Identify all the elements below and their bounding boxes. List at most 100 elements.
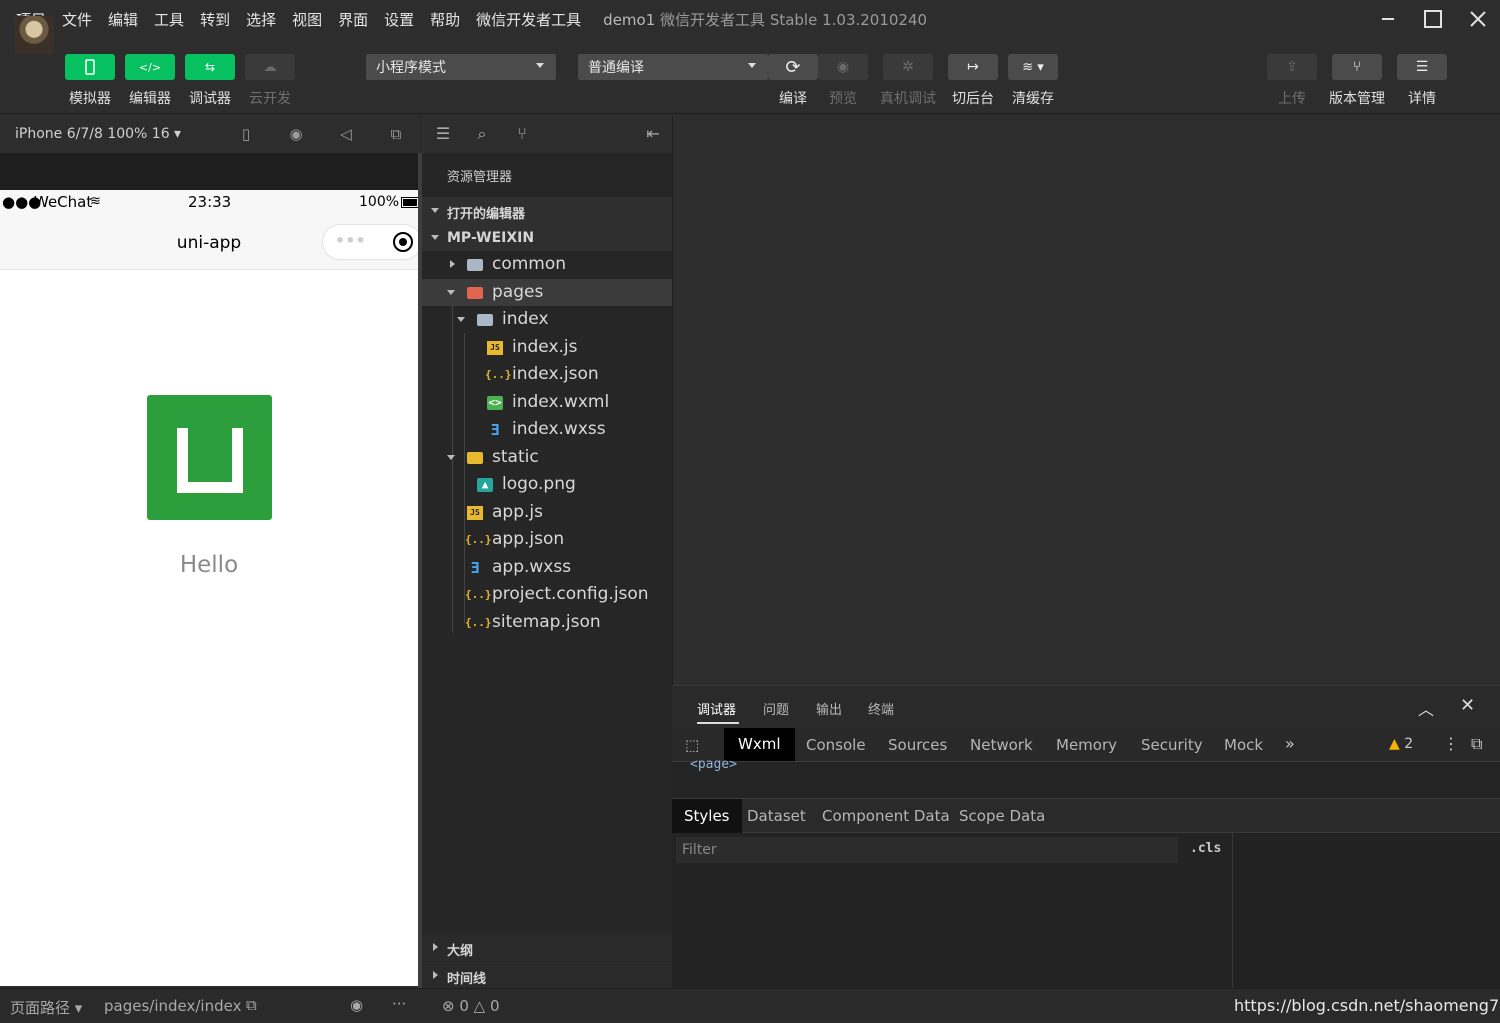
search-icon[interactable]: ⌕ [472, 124, 492, 144]
remote-debug-button[interactable]: ✲ [883, 54, 933, 80]
menu-help[interactable]: 帮助 [430, 9, 460, 30]
phone-screen[interactable]: ●●● WeChat ≋ 23:33 100% uni-app ••• Hell… [0, 190, 418, 986]
simulator-button[interactable] [65, 54, 115, 80]
clear-cache-button[interactable]: ≋ ▾ [1008, 54, 1058, 80]
kebab-menu-icon[interactable]: ⋮ [1443, 734, 1459, 753]
tab-component-data[interactable]: Component Data [822, 807, 950, 825]
cls-toggle[interactable]: .cls [1190, 841, 1221, 856]
json-file-icon: {..} [465, 533, 492, 546]
more-tabs-icon[interactable]: » [1285, 734, 1295, 753]
files-icon[interactable]: ☰ [433, 124, 453, 144]
version-label: 版本管理 [1329, 91, 1385, 107]
page-path-select[interactable]: 页面路径 ▾ [10, 997, 82, 1018]
cloud-dev-button[interactable]: ☁ [245, 54, 295, 80]
menu-settings[interactable]: 设置 [384, 9, 414, 30]
compile-button[interactable]: ⟳ [768, 54, 818, 80]
wxml-tree[interactable]: <page> [672, 757, 1500, 799]
styles-filter-input[interactable]: Filter [676, 837, 1178, 863]
capsule-button[interactable]: ••• [322, 224, 418, 260]
tree-item-index-wxml[interactable]: <> index.wxml [422, 389, 672, 416]
menu-tools[interactable]: 工具 [154, 9, 184, 30]
menu-file[interactable]: 文件 [62, 9, 92, 30]
tab-mock[interactable]: Mock [1224, 736, 1263, 754]
tree-item-index-wxss[interactable]: Ǝ index.wxss [422, 416, 672, 443]
error-count: 0 [459, 997, 469, 1015]
tree-item-label: app.wxss [492, 557, 572, 577]
close-miniprogram-icon[interactable] [393, 232, 413, 252]
outline-section[interactable]: 大纲 [422, 934, 672, 961]
json-file-icon: {..} [485, 368, 512, 381]
inspect-element-icon[interactable]: ⬚ [685, 736, 699, 754]
avatar[interactable] [14, 16, 54, 54]
source-control-icon[interactable]: ⑂ [512, 124, 532, 144]
preview-button[interactable]: ◉ [818, 54, 868, 80]
tab-terminal[interactable]: 终端 [868, 699, 894, 718]
editor-button[interactable]: </> [125, 54, 175, 80]
rotate-device-icon[interactable]: ▯ [236, 124, 256, 144]
tree-item-index-json[interactable]: {..} index.json [422, 361, 672, 388]
folder-open-icon [477, 314, 493, 326]
menu-wechat-devtools[interactable]: 微信开发者工具 [476, 9, 581, 30]
eye-icon[interactable]: ◉ [350, 996, 363, 1014]
maximize-icon[interactable] [1410, 0, 1455, 38]
volume-icon[interactable]: ◁ [336, 124, 356, 144]
chevron-up-icon[interactable]: ︿ [1418, 696, 1434, 720]
tree-item-index-js[interactable]: JS index.js [422, 334, 672, 361]
record-icon[interactable]: ◉ [286, 124, 306, 144]
tab-dataset[interactable]: Dataset [747, 807, 806, 825]
tab-output[interactable]: 输出 [816, 699, 842, 718]
open-editors-section[interactable]: 打开的编辑器 [422, 197, 672, 224]
detach-window-icon[interactable]: ⧉ [386, 124, 406, 144]
project-section[interactable]: MP-WEIXIN [422, 224, 672, 251]
tree-item-pages[interactable]: pages [422, 279, 672, 306]
tab-sources[interactable]: Sources [888, 736, 947, 754]
upload-button[interactable]: ⇪ [1267, 54, 1317, 80]
tree-item-app-wxss[interactable]: Ǝ app.wxss [422, 554, 672, 581]
menu-select[interactable]: 选择 [246, 9, 276, 30]
menu-interface[interactable]: 界面 [338, 9, 368, 30]
tab-memory[interactable]: Memory [1056, 736, 1117, 754]
tab-debugger[interactable]: 调试器 [697, 699, 736, 718]
menu-goto[interactable]: 转到 [200, 9, 230, 30]
mode-select[interactable]: 小程序模式 [366, 54, 556, 80]
problems-indicator[interactable]: ⊗ 0 △ 0 [442, 997, 500, 1015]
tab-network[interactable]: Network [970, 736, 1033, 754]
more-icon[interactable]: ••• [335, 231, 366, 250]
branch-icon: ⑂ [1352, 59, 1362, 75]
tab-security[interactable]: Security [1141, 736, 1203, 754]
collapse-panel-icon[interactable]: ⇤ [643, 124, 663, 144]
tree-item-static[interactable]: static [422, 444, 672, 471]
tree-item-project-config[interactable]: {..} project.config.json [422, 581, 672, 608]
details-button[interactable]: ☰ [1397, 54, 1447, 80]
tab-console[interactable]: Console [806, 736, 866, 754]
undock-icon[interactable]: ⧉ [1471, 734, 1482, 754]
close-panel-icon[interactable]: ✕ [1460, 695, 1475, 716]
tab-problems[interactable]: 问题 [763, 699, 789, 718]
menu-view[interactable]: 视图 [292, 9, 322, 30]
debugger-button[interactable]: ⇆ [185, 54, 235, 80]
tab-styles[interactable]: Styles [672, 799, 742, 833]
menu-edit[interactable]: 编辑 [108, 9, 138, 30]
tree-item-label: index.js [512, 337, 578, 357]
tree-item-app-json[interactable]: {..} app.json [422, 526, 672, 553]
version-button[interactable]: ⑂ [1332, 54, 1382, 80]
close-icon[interactable] [1455, 0, 1500, 38]
tree-item-common[interactable]: common [422, 251, 672, 278]
tree-item-logo-png[interactable]: ▲ logo.png [422, 471, 672, 498]
compile-select[interactable]: 普通编译 [578, 54, 768, 80]
timeline-section[interactable]: 时间线 [422, 962, 672, 989]
wifi-icon: ≋ [90, 194, 101, 209]
editor-area[interactable] [672, 115, 1500, 685]
copy-icon[interactable]: ⧉ [246, 996, 257, 1014]
tree-item-sitemap[interactable]: {..} sitemap.json [422, 609, 672, 636]
tab-scope-data[interactable]: Scope Data [959, 807, 1045, 825]
background-switch-button[interactable]: ↦ [948, 54, 998, 80]
tree-item-app-js[interactable]: JS app.js [422, 499, 672, 526]
device-select[interactable]: iPhone 6/7/8 100% 16 ▾ [15, 126, 181, 142]
warning-badge[interactable]: ▲ 2 [1389, 736, 1413, 752]
page-tag[interactable]: <page> [690, 757, 737, 772]
more-icon[interactable]: ··· [392, 995, 406, 1013]
tree-item-index-folder[interactable]: index [422, 306, 672, 333]
warning-count: 2 [1404, 736, 1414, 752]
minimize-icon[interactable] [1365, 0, 1410, 38]
